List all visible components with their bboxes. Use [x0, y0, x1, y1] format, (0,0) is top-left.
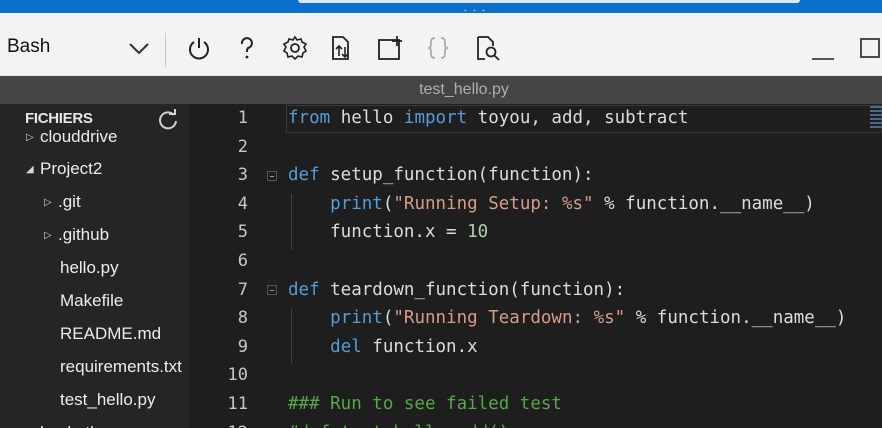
fold-toggle-icon[interactable]: [267, 171, 277, 181]
chevron-down-icon: [129, 43, 149, 55]
maximize-icon[interactable]: [860, 38, 880, 58]
power-icon[interactable]: [185, 34, 213, 62]
tree-file-readme[interactable]: README.md: [60, 321, 161, 347]
code-line: print("Running Teardown: %s" % function.…: [288, 304, 846, 332]
line-number: 11: [227, 394, 248, 414]
code-line: def teardown_function(function):: [288, 276, 625, 304]
web-preview-icon[interactable]: [473, 34, 501, 62]
code-token: "Running Setup: %s": [393, 193, 594, 214]
line-number: 9: [237, 336, 248, 357]
line-number: 2: [237, 136, 248, 157]
code-editor[interactable]: 123456789101112 from hello import toyou,…: [190, 104, 882, 428]
caret-right-icon: ▷: [26, 421, 40, 428]
toolbar-divider: [165, 33, 166, 67]
code-token: from: [288, 108, 331, 128]
tree-folder-project2[interactable]: ◢ Project2: [26, 156, 102, 182]
line-number: 1: [237, 108, 248, 128]
code-token: def: [288, 165, 320, 186]
code-token: teardown_function(function):: [319, 279, 626, 300]
line-number: 4: [237, 193, 248, 214]
minimap[interactable]: [870, 104, 882, 134]
line-number: 8: [237, 308, 248, 329]
code-line: ### Run to see failed test: [288, 390, 562, 418]
tree-file-hello-py[interactable]: hello.py: [60, 255, 119, 281]
code-token: def: [288, 279, 320, 300]
toolbar: Bash: [0, 13, 882, 76]
line-number: 5: [237, 222, 248, 243]
shell-selector[interactable]: Bash: [0, 31, 162, 65]
code-token: % function.__name__): [593, 193, 815, 214]
code-line: def setup_function(function):: [288, 161, 594, 189]
caret-down-icon: ◢: [26, 164, 34, 175]
code-token: hello: [330, 108, 404, 128]
line-number: 12: [190, 419, 248, 428]
line-number: 3: [237, 165, 248, 186]
code-token: toyou, add, subtract: [467, 108, 689, 128]
fold-toggle-icon[interactable]: [267, 285, 277, 295]
code-token: function.x =: [288, 222, 468, 243]
code-token: ### Run to see failed test: [288, 394, 562, 414]
line-number: 10: [227, 365, 248, 386]
tree-folder-clouddrive[interactable]: ▷ clouddrive: [26, 124, 118, 150]
caret-right-icon: ▷: [44, 197, 52, 208]
tree-file-test-hello[interactable]: test_hello.py: [60, 387, 155, 413]
sidebar-title: FICHIERS: [25, 110, 93, 127]
line-number: 6: [237, 251, 248, 271]
tree-folder-git[interactable]: ▷ .git: [44, 189, 81, 215]
minimize-icon[interactable]: [812, 47, 834, 60]
upload-download-icon[interactable]: [328, 34, 356, 62]
gear-icon[interactable]: [281, 34, 309, 62]
file-explorer: ▷ clouddrive FICHIERS ◢ Project2 ▷ .git ▷ .g…: [0, 104, 190, 428]
code-token: (: [382, 308, 394, 329]
tree-folder-hackathons[interactable]: ▷hackathons: [26, 420, 127, 428]
code-line: #def test_hello_add():: [288, 419, 520, 428]
tree-folder-github[interactable]: ▷ .github: [44, 222, 109, 248]
editor-tab-bar: test_hello.py: [0, 76, 882, 104]
tab-test-hello[interactable]: test_hello.py: [0, 76, 882, 104]
new-file-icon[interactable]: [376, 34, 404, 62]
braces-icon[interactable]: [424, 34, 452, 62]
code-line: from hello import toyou, add, subtract: [288, 104, 688, 132]
code-token: setup_function(function):: [319, 165, 594, 186]
tree-file-makefile[interactable]: Makefile: [60, 288, 123, 314]
code-line: function.x = 10: [288, 218, 488, 246]
address-pill: [298, 0, 800, 3]
code-token: del: [330, 336, 362, 357]
window-top-strip: • • •: [0, 0, 882, 15]
tree-file-requirements[interactable]: requirements.txt: [60, 354, 182, 380]
code-token: (: [382, 193, 394, 214]
code-token: print: [330, 193, 383, 214]
code-token: 10: [467, 222, 489, 243]
code-token: #def test_hello_add():: [288, 423, 520, 428]
code-token: function.x: [361, 336, 478, 357]
refresh-icon[interactable]: [157, 109, 179, 131]
caret-right-icon: ▷: [26, 132, 34, 143]
line-number: 7: [237, 279, 248, 300]
shell-label: Bash: [7, 36, 51, 57]
code-token: print: [330, 308, 383, 329]
code-token: "Running Teardown: %s": [393, 308, 626, 329]
help-icon[interactable]: [233, 34, 261, 62]
code-line: print("Running Setup: %s" % function.__n…: [288, 190, 815, 218]
code-token: % function.__name__): [625, 308, 847, 329]
code-line: del function.x: [288, 333, 478, 361]
code-token: import: [403, 108, 468, 128]
caret-right-icon: ▷: [44, 230, 52, 241]
